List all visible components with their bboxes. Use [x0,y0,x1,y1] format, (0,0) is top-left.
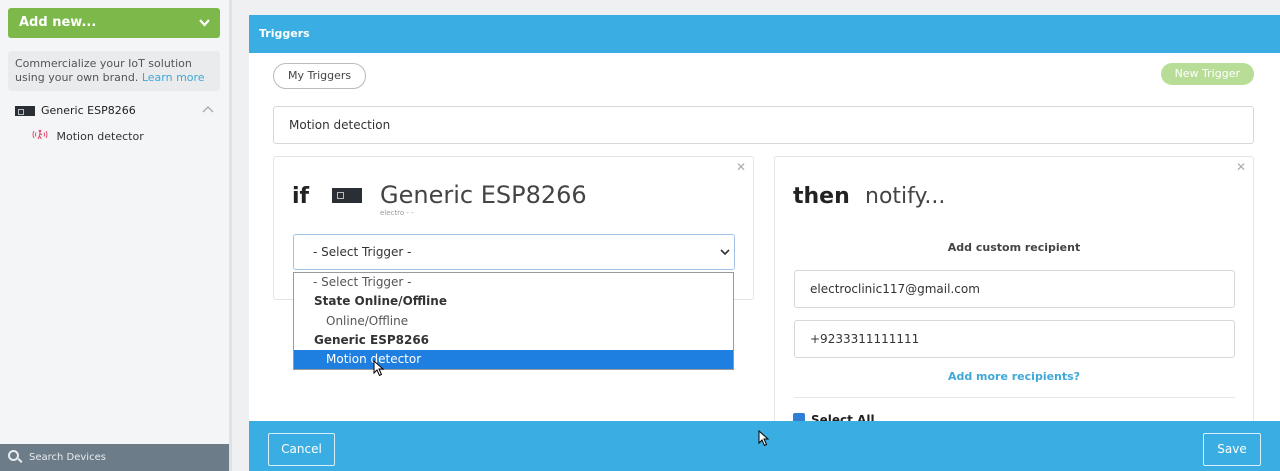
search-devices-label: Search Devices [29,452,106,463]
my-triggers-button[interactable]: My Triggers [273,63,367,89]
mouse-pointer-icon [373,360,384,377]
dropdown-group-label: Generic ESP8266 [314,332,430,347]
promo-banner: Commercialize your IoT solution using yo… [8,51,220,91]
add-more-recipients-link[interactable]: Add more recipients? [775,370,1253,383]
chevron-down-icon [199,8,210,50]
chip-icon [332,188,362,203]
if-device-name: Generic ESP8266 [380,181,587,209]
triggers-modal: Triggers My Triggers New Trigger Motion … [249,15,1280,471]
trigger-options-list[interactable]: - Select Trigger - State Online/Offline … [293,272,734,370]
notify-label: notify... [865,184,946,209]
if-label: if [292,184,310,209]
add-new-button[interactable]: Add new... [8,8,220,38]
chip-icon [15,106,35,116]
add-new-label: Add new... [19,15,97,30]
select-trigger-dropdown[interactable]: - Select Trigger - [293,234,735,270]
modal-header: Triggers [249,15,1280,53]
modal-title: Triggers [259,27,310,40]
dropdown-option[interactable]: - Select Trigger - [294,273,733,292]
search-devices-bar[interactable]: Search Devices [0,444,229,471]
cancel-button[interactable]: Cancel [268,433,335,466]
trigger-name-input[interactable]: Motion detection [273,106,1254,144]
divider [794,397,1235,398]
dropdown-group-label: State Online/Offline [314,294,447,309]
close-icon[interactable]: ✕ [1236,160,1246,174]
dropdown-option[interactable]: Online/Offline [294,312,733,331]
add-custom-recipient-label: Add custom recipient [947,241,1081,254]
mouse-pointer-icon [758,430,769,447]
device-name: Generic ESP8266 [41,104,136,117]
sidebar-device-item[interactable]: Generic ESP8266 [15,104,220,118]
email-field[interactable]: electroclinic117@gmail.com [794,270,1235,308]
save-button[interactable]: Save [1203,433,1261,466]
sidebar: Add new... Commercialize your IoT soluti… [0,0,229,471]
sensor-name: Motion detector [56,130,144,143]
select-trigger-value: - Select Trigger - [313,245,412,259]
motion-icon [32,129,52,143]
then-label: then [793,184,850,209]
then-panel: ✕ then notify... Add custom recipient el… [774,156,1254,456]
new-trigger-button[interactable]: New Trigger [1160,63,1254,85]
sidebar-divider [229,0,232,471]
close-icon[interactable]: ✕ [736,160,746,174]
chevron-up-icon[interactable] [202,104,214,119]
search-icon [8,450,19,461]
if-device-sub: electro - - [380,209,414,217]
phone-field[interactable]: +9233311111111 [794,320,1235,358]
dropdown-option-selected[interactable]: Motion detector [294,350,733,370]
sidebar-sensor-item[interactable]: Motion detector [32,129,144,143]
learn-more-link[interactable]: Learn more [142,71,205,84]
